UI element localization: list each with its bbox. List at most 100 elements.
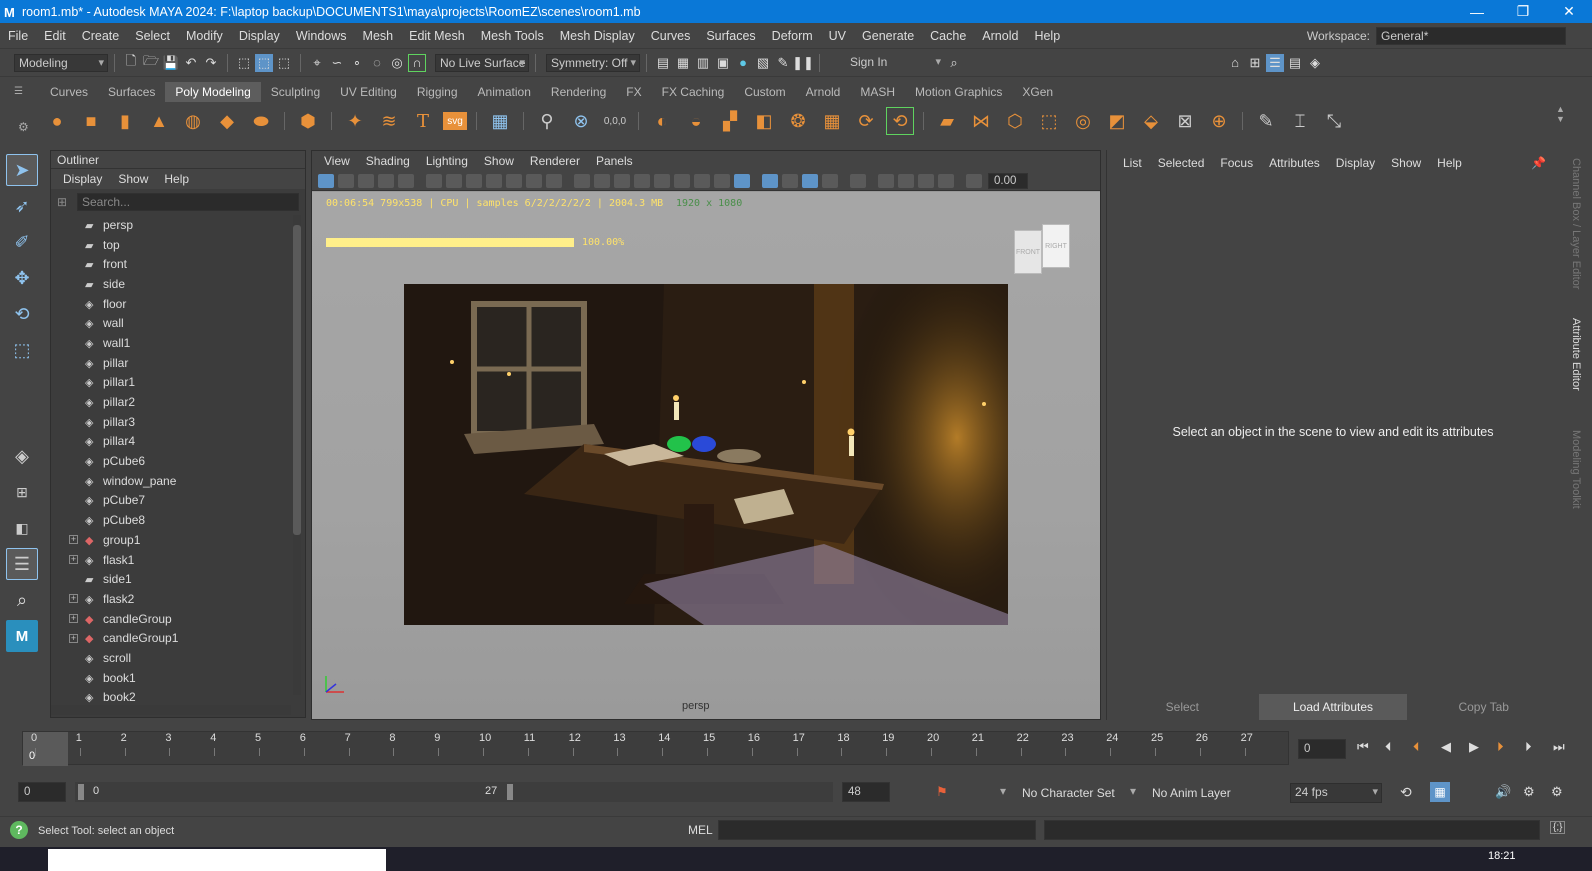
channel-box-toggle-icon[interactable]: ▤: [1286, 54, 1304, 72]
add-divisions-icon[interactable]: ⊠: [1171, 107, 1199, 135]
poly-cube-icon[interactable]: ■: [77, 107, 105, 135]
center-pivot-icon[interactable]: ⚲: [533, 107, 561, 135]
select-hierarchy-icon[interactable]: ⬚: [235, 54, 253, 72]
shelf-tab-motion-graphics[interactable]: Motion Graphics: [905, 82, 1012, 102]
menu-mesh-display[interactable]: Mesh Display: [552, 29, 643, 43]
retopologize-icon[interactable]: ⟲: [886, 107, 914, 135]
menu-edit[interactable]: Edit: [36, 29, 74, 43]
time-slider[interactable]: 0 0 1 2 3 4 5 6 7 8 9 10 11 12 13 14 15 16 17 18 19 20 21 22 23…: [22, 731, 1289, 766]
hypershade-icon[interactable]: ●: [734, 54, 752, 72]
outliner-item[interactable]: ▰ side1: [51, 569, 291, 589]
mirror-icon[interactable]: ◧: [750, 107, 778, 135]
select-button[interactable]: Select: [1108, 694, 1257, 720]
combine-icon[interactable]: ◐: [648, 107, 676, 135]
snap-view-icon[interactable]: ◌: [368, 54, 386, 72]
select-camera-icon[interactable]: [318, 173, 334, 188]
view-cube-right[interactable]: RIGHT: [1042, 224, 1070, 268]
shadows-icon[interactable]: [674, 173, 690, 188]
view-transform-icon[interactable]: [938, 173, 954, 188]
outliner-layout-icon[interactable]: ☰: [6, 548, 38, 580]
resolution-gate-icon[interactable]: [506, 173, 522, 188]
outliner-item[interactable]: + ◆ group1: [51, 530, 291, 550]
exposure-icon[interactable]: [898, 173, 914, 188]
wedge-icon[interactable]: ⬙: [1137, 107, 1165, 135]
help-icon[interactable]: ?: [10, 821, 28, 839]
outliner-item[interactable]: ◈ pillar: [51, 353, 291, 373]
shelf-tab-arnold[interactable]: Arnold: [796, 82, 851, 102]
film-gate-icon[interactable]: [486, 173, 502, 188]
menu-uv[interactable]: UV: [821, 29, 854, 43]
outliner-item[interactable]: ▰ persp: [51, 215, 291, 235]
workspace-dropdown[interactable]: General*: [1376, 27, 1566, 45]
mode-dropdown[interactable]: Modeling: [14, 53, 108, 72]
layers-toggle-icon[interactable]: ◈: [1306, 54, 1324, 72]
symmetry-dropdown[interactable]: Symmetry: Off: [546, 53, 640, 72]
command-input[interactable]: [718, 820, 1036, 840]
fps-dropdown[interactable]: 24 fps: [1290, 783, 1382, 803]
outliner-item[interactable]: + ◈ flask2: [51, 589, 291, 609]
outliner-item[interactable]: ◈ pillar2: [51, 392, 291, 412]
ipr-render-icon[interactable]: ▥: [694, 54, 712, 72]
create-polygon-icon[interactable]: ▦: [486, 107, 514, 135]
menu-display[interactable]: Display: [231, 29, 288, 43]
make-live-icon[interactable]: ∩: [408, 53, 426, 72]
step-forward-key-icon[interactable]: ⏵: [1497, 739, 1504, 755]
menu-cache[interactable]: Cache: [922, 29, 974, 43]
outliner-item[interactable]: ◈ book1: [51, 668, 291, 688]
menu-curves[interactable]: Curves: [643, 29, 699, 43]
script-language-label[interactable]: MEL: [688, 823, 713, 837]
anim-prefs-icon[interactable]: ⚙: [1523, 784, 1535, 800]
minimize-button[interactable]: —: [1454, 4, 1500, 20]
cache-playback-icon[interactable]: ▦: [1430, 782, 1450, 802]
shelf-tab-surfaces[interactable]: Surfaces: [98, 82, 165, 102]
extrude-icon[interactable]: ▰: [933, 107, 961, 135]
paint-select-tool-icon[interactable]: ✐: [6, 226, 38, 258]
outliner-scrollbar[interactable]: [293, 215, 301, 695]
wireframe-on-shaded-icon[interactable]: [614, 173, 630, 188]
use-all-lights-icon[interactable]: [654, 173, 670, 188]
step-forward-frame-icon[interactable]: ⏵: [1525, 739, 1532, 755]
current-frame-field[interactable]: 0: [1298, 739, 1346, 759]
tab-attribute-editor[interactable]: Attribute Editor: [1570, 318, 1582, 391]
arnold-ipr-icon[interactable]: ✎: [774, 54, 792, 72]
2d-pan-zoom-icon[interactable]: [398, 173, 414, 188]
menu-create[interactable]: Create: [74, 29, 128, 43]
select-tool-icon[interactable]: ➤: [6, 154, 38, 186]
outliner-item[interactable]: ▰ front: [51, 254, 291, 274]
outliner-item[interactable]: ◈ pCube7: [51, 491, 291, 511]
menu-edit-mesh[interactable]: Edit Mesh: [401, 29, 473, 43]
snap-grid-icon[interactable]: ⌖: [308, 54, 326, 72]
xray-joints-icon[interactable]: [802, 173, 818, 188]
outliner-item[interactable]: ◈ scroll: [51, 648, 291, 668]
sound-icon[interactable]: 🔊: [1495, 784, 1511, 800]
outliner-item[interactable]: ◈ wall: [51, 313, 291, 333]
outliner-item[interactable]: ◈ window_pane: [51, 471, 291, 491]
screen-space-ao-icon[interactable]: [694, 173, 710, 188]
outliner-item[interactable]: + ◆ candleGroup1: [51, 628, 291, 648]
single-perspective-layout-icon[interactable]: ◈: [6, 440, 38, 472]
bookmarks-icon[interactable]: [358, 173, 374, 188]
smooth-shade-icon[interactable]: [594, 173, 610, 188]
attr-menu-attributes[interactable]: Attributes: [1261, 156, 1328, 170]
menu-modify[interactable]: Modify: [178, 29, 231, 43]
close-button[interactable]: ✕: [1546, 3, 1592, 20]
motion-blur-icon[interactable]: [714, 173, 730, 188]
menu-surfaces[interactable]: Surfaces: [698, 29, 763, 43]
shelf-tab-fx-caching[interactable]: FX Caching: [652, 82, 735, 102]
viewport-menu-view[interactable]: View: [316, 154, 358, 168]
render-view-icon[interactable]: ▤: [654, 54, 672, 72]
lasso-tool-icon[interactable]: ➶: [6, 190, 38, 222]
menu-arnold[interactable]: Arnold: [974, 29, 1026, 43]
play-forwards-icon[interactable]: ▶: [1469, 739, 1479, 755]
range-end-handle[interactable]: [507, 784, 513, 800]
playback-options-icon[interactable]: ⚙: [1551, 784, 1563, 800]
outliner-item[interactable]: ◈ pillar1: [51, 373, 291, 393]
script-editor-icon[interactable]: {;}: [1550, 821, 1566, 834]
menu-help[interactable]: Help: [1026, 29, 1068, 43]
modeling-toolkit-toggle-icon[interactable]: ⌂: [1226, 54, 1244, 72]
sign-in-dropdown[interactable]: Sign In: [832, 53, 944, 72]
search-help-icon[interactable]: ⌕: [945, 54, 963, 72]
menu-file[interactable]: File: [0, 29, 36, 43]
viewport-menu-renderer[interactable]: Renderer: [522, 154, 588, 168]
outliner-item[interactable]: ▰ top: [51, 235, 291, 255]
